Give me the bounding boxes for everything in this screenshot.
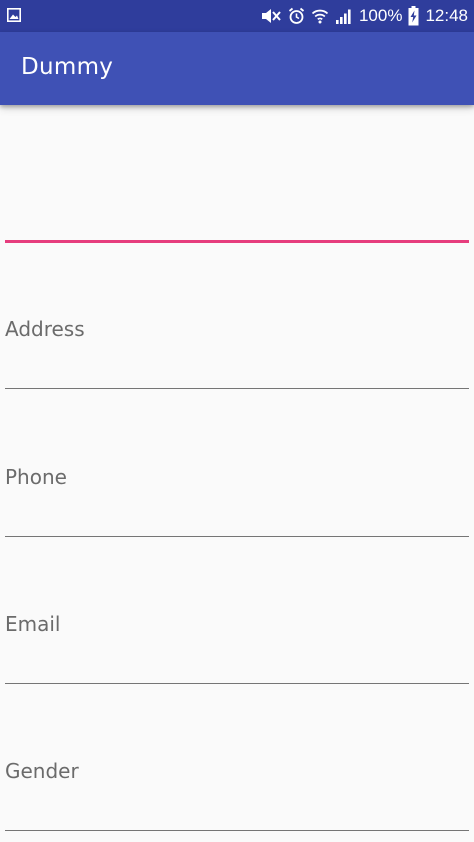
gender-field-underline (5, 830, 469, 831)
wifi-icon (311, 9, 329, 24)
clock-time: 12:48 (425, 6, 468, 25)
email-field[interactable]: Email (5, 534, 469, 684)
email-field-hint: Email (5, 612, 61, 636)
battery-charging-icon (408, 6, 419, 26)
mute-icon (261, 9, 281, 23)
phone-field[interactable]: Phone (5, 387, 469, 537)
gallery-icon (7, 8, 21, 22)
address-field-hint: Address (5, 317, 85, 341)
app-bar: Dummy (0, 32, 474, 105)
status-icons: 100% 12:48 (260, 0, 468, 32)
phone-field-hint: Phone (5, 465, 67, 489)
gender-field[interactable]: Gender (5, 681, 469, 831)
signal-icon (335, 9, 351, 24)
battery-percentage: 100% (358, 6, 403, 25)
gender-field-hint: Gender (5, 759, 79, 783)
app-title: Dummy (21, 54, 114, 80)
address-field[interactable]: Address (5, 239, 469, 389)
status-bar: 100% 12:48 (0, 0, 474, 32)
name-field[interactable] (5, 93, 469, 243)
alarm-icon (288, 7, 305, 24)
